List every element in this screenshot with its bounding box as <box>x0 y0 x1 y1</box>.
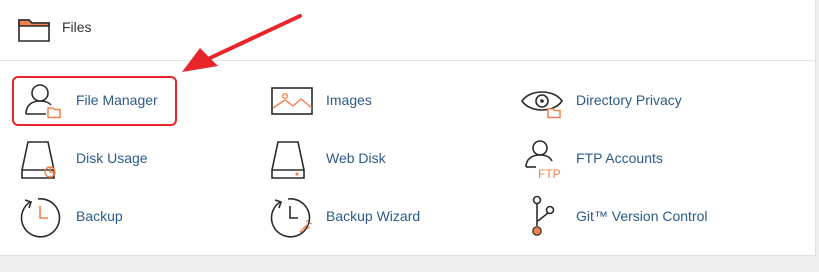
directory-privacy-icon <box>520 76 568 126</box>
ftp-accounts-icon: FTP <box>520 134 568 184</box>
folder-icon <box>18 16 50 42</box>
git-icon <box>520 192 568 242</box>
directory-privacy-label: Directory Privacy <box>576 92 682 108</box>
backup-icon <box>20 192 68 242</box>
backup-wizard-label: Backup Wizard <box>326 208 421 224</box>
disk-usage-label: Disk Usage <box>76 150 148 166</box>
images-label: Images <box>326 92 372 108</box>
files-panel: Files File Manager Images Directory Priv… <box>0 0 816 256</box>
backup-label: Backup <box>76 208 123 224</box>
web-disk-label: Web Disk <box>326 150 386 166</box>
backup-link[interactable]: Backup <box>20 192 240 242</box>
ftp-accounts-link[interactable]: FTP FTP Accounts <box>520 134 780 184</box>
images-link[interactable]: Images <box>270 76 490 126</box>
ftp-accounts-label: FTP Accounts <box>576 150 663 166</box>
ftp-badge-text: FTP <box>538 167 561 181</box>
backup-wizard-icon <box>270 192 318 242</box>
web-disk-link[interactable]: Web Disk <box>270 134 490 184</box>
disk-usage-icon <box>20 134 68 184</box>
section-title: Files <box>62 19 92 35</box>
file-manager-link[interactable]: File Manager <box>20 76 240 126</box>
git-version-control-label: Git™ Version Control <box>576 208 708 224</box>
backup-wizard-link[interactable]: Backup Wizard <box>270 192 490 242</box>
file-manager-icon <box>20 76 68 126</box>
files-section-header[interactable]: Files <box>0 0 816 61</box>
images-icon <box>270 76 318 126</box>
web-disk-icon <box>270 134 318 184</box>
disk-usage-link[interactable]: Disk Usage <box>20 134 240 184</box>
directory-privacy-link[interactable]: Directory Privacy <box>520 76 780 126</box>
file-manager-label: File Manager <box>76 92 158 108</box>
git-version-control-link[interactable]: Git™ Version Control <box>520 192 780 242</box>
